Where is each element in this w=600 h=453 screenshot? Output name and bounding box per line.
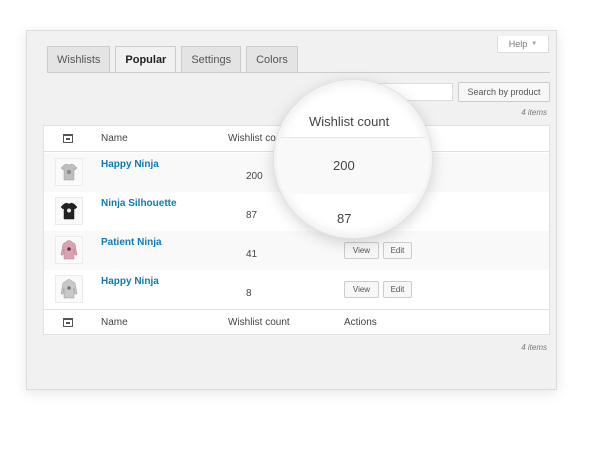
product-thumbnail[interactable] (55, 197, 83, 225)
tshirt-black-icon (60, 202, 78, 220)
plugin-panel: Help ▼ Wishlists Popular Settings Colors… (26, 30, 557, 390)
magnified-count-2: 87 (337, 211, 352, 226)
wishlist-count: 200 (246, 171, 263, 182)
product-thumbnail[interactable] (55, 158, 83, 186)
view-button[interactable]: View (344, 281, 379, 298)
footer-name[interactable]: Name (101, 317, 128, 328)
tab-bar: Wishlists Popular Settings Colors (47, 46, 298, 73)
wishlist-count: 87 (246, 210, 258, 221)
image-icon (63, 318, 73, 327)
tab-colors[interactable]: Colors (246, 46, 298, 72)
table-footer: Name Wishlist count Actions (44, 309, 549, 335)
product-name-link[interactable]: Patient Ninja (101, 237, 162, 248)
product-name-link[interactable]: Ninja Silhouette (101, 198, 177, 209)
edit-button[interactable]: Edit (383, 242, 412, 259)
tshirt-grey-icon (60, 163, 78, 181)
footer-actions: Actions (344, 317, 377, 328)
help-button[interactable]: Help ▼ (497, 36, 549, 53)
table-row: Patient Ninja 41 View Edit (44, 231, 549, 270)
wishlist-count: 41 (246, 249, 258, 260)
tab-wishlists[interactable]: Wishlists (47, 46, 111, 72)
help-label: Help (508, 39, 528, 49)
magnified-header: Wishlist count (309, 114, 390, 129)
items-count-bottom: 4 items (521, 343, 547, 352)
tab-popular[interactable]: Popular (115, 46, 177, 73)
magnified-count-1: 200 (333, 158, 355, 173)
magnifier-lens: Wishlist count 200 87 (274, 80, 432, 238)
image-icon (63, 134, 73, 143)
header-name[interactable]: Name (101, 133, 128, 144)
edit-button[interactable]: Edit (383, 281, 412, 298)
product-name-link[interactable]: Happy Ninja (101, 276, 159, 287)
product-name-link[interactable]: Happy Ninja (101, 159, 159, 170)
product-thumbnail[interactable] (55, 275, 83, 303)
tabs-divider (47, 72, 550, 73)
caret-down-icon: ▼ (531, 41, 538, 47)
footer-wishlist-count[interactable]: Wishlist count (228, 317, 290, 328)
wishlist-count: 8 (246, 288, 252, 299)
search-by-product-button[interactable]: Search by product (458, 82, 550, 102)
hoodie-pink-icon (60, 240, 78, 260)
table-row: Happy Ninja 8 View Edit (44, 270, 549, 309)
view-button[interactable]: View (344, 242, 379, 259)
hoodie-grey-icon (60, 279, 78, 299)
tab-settings[interactable]: Settings (181, 46, 242, 72)
items-count-top: 4 items (521, 108, 547, 117)
product-thumbnail[interactable] (55, 236, 83, 264)
